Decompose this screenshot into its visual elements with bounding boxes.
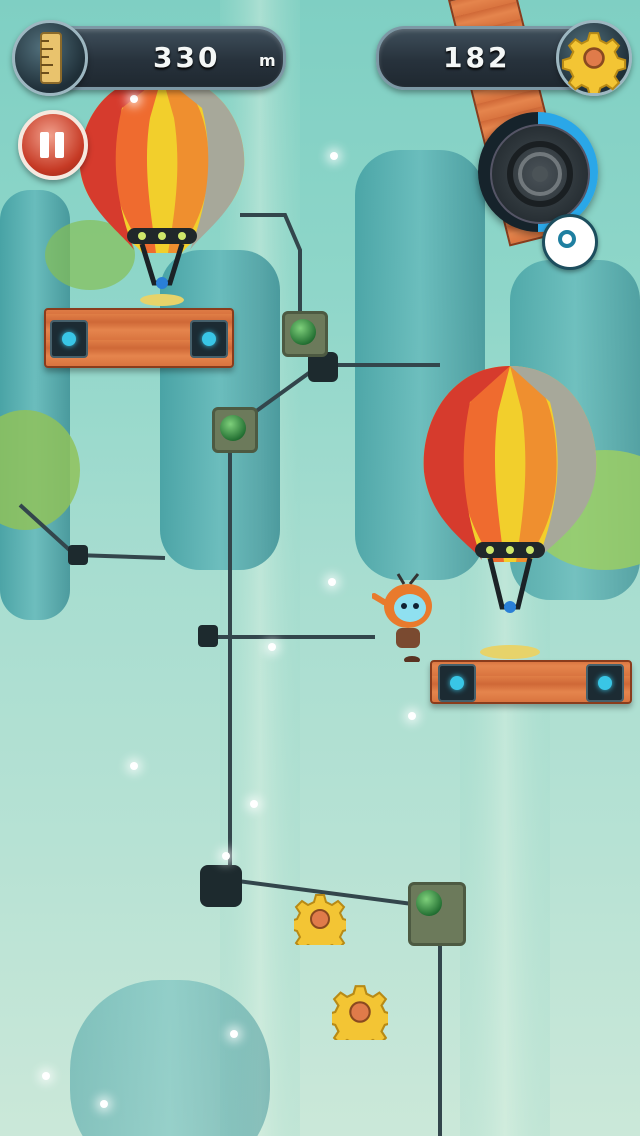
crate-bolt (438, 664, 476, 702)
gear-collectible (332, 985, 388, 1040)
sparkle (268, 643, 276, 651)
sparkle (130, 95, 138, 103)
robot-character (372, 573, 432, 662)
gear-icon (556, 20, 632, 96)
sparkle (100, 1100, 108, 1108)
sparkle (222, 852, 230, 860)
crate-platform-left (44, 308, 234, 368)
sparkle (330, 152, 338, 160)
sparkle (328, 578, 336, 586)
hot-air-balloon-right (423, 366, 597, 659)
crate-bolt (586, 664, 624, 702)
hot-air-balloon-left (79, 76, 245, 306)
gear-collectible (294, 894, 346, 945)
junction-node (282, 311, 328, 357)
powerup-ring-icon (490, 124, 590, 224)
crate-platform-right (430, 660, 632, 704)
gears-value: 182 (443, 41, 511, 74)
junction-node (212, 407, 258, 453)
sparkle (42, 1072, 50, 1080)
crate-bolt (190, 320, 228, 358)
game-scene: 330 m 182 (0, 0, 640, 1136)
distance-value: 330 (153, 41, 221, 74)
sparkle (230, 1030, 238, 1038)
pause-button[interactable] (18, 110, 88, 180)
sparkle (408, 712, 416, 720)
sparkle (250, 800, 258, 808)
junction-node (408, 882, 466, 946)
ruler-icon (12, 20, 88, 96)
crate-bolt (50, 320, 88, 358)
powerup-button[interactable] (478, 112, 598, 232)
ring-target-icon[interactable] (542, 214, 598, 270)
distance-unit: m (259, 51, 276, 70)
sparkle (130, 762, 138, 770)
